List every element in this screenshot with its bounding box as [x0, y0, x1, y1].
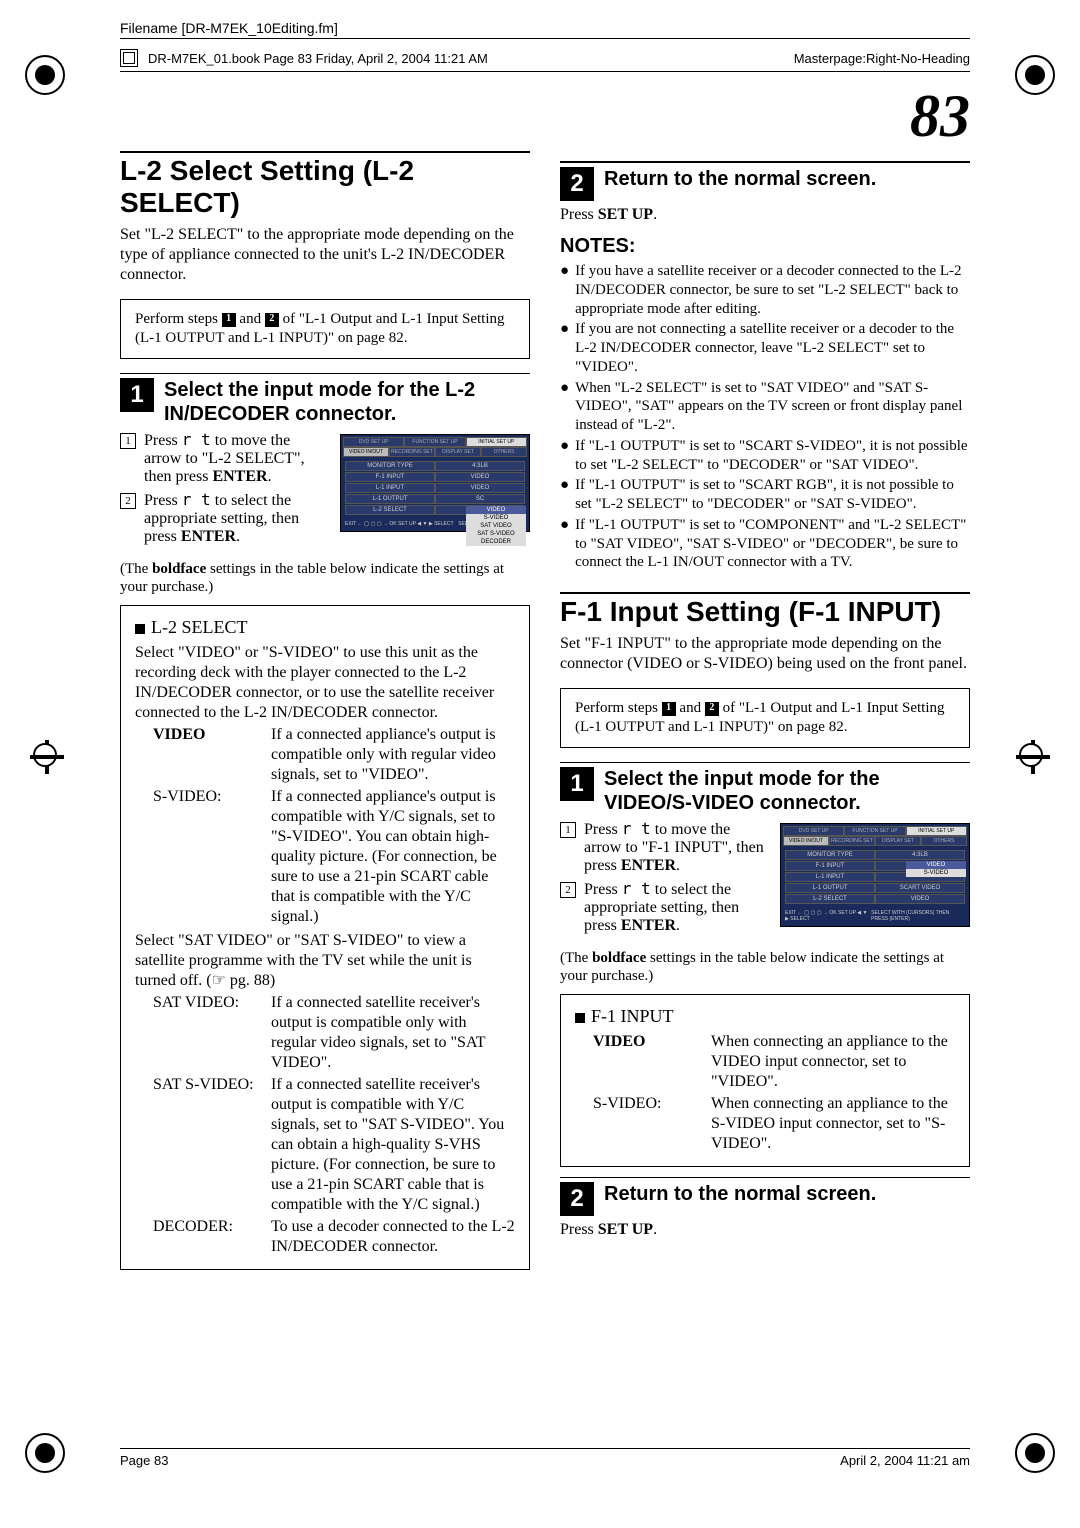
- l2-intro: Set "L-2 SELECT" to the appropriate mode…: [120, 225, 530, 285]
- filename-label: Filename [DR-M7EK_10Editing.fm]: [120, 20, 338, 36]
- substep-1-text: Press r t to move the arrow to "L-2 SELE…: [144, 430, 330, 486]
- book-line: DR-M7EK_01.book Page 83 Friday, April 2,…: [148, 51, 488, 66]
- book-icon: [120, 49, 138, 67]
- page-number: 83: [120, 82, 970, 151]
- step-2b-title: Return to the normal screen.: [604, 1182, 970, 1206]
- boldface-note: (The boldface settings in the table belo…: [120, 560, 530, 598]
- section-title-l2-select: L-2 Select Setting (L-2 SELECT): [120, 151, 530, 219]
- l2-select-table: L-2 SELECT Select "VIDEO" or "S-VIDEO" t…: [120, 605, 530, 1270]
- section-title-f1-input: F-1 Input Setting (F-1 INPUT): [560, 592, 970, 628]
- step-1b-badge: 1: [560, 767, 594, 801]
- step-1-title: Select the input mode for the L-2 IN/DEC…: [164, 378, 530, 426]
- substep-2b-badge: 2: [560, 882, 576, 898]
- crosshair-icon: [1016, 740, 1050, 774]
- notes-heading: NOTES:: [560, 235, 970, 258]
- substep-2-text: Press r t to select the appropriate sett…: [144, 490, 330, 546]
- step-2-body: Press SET UP.: [560, 205, 970, 225]
- footer-page: Page 83: [120, 1453, 168, 1468]
- substep-1b-badge: 1: [560, 822, 576, 838]
- notes-list: ●If you have a satellite receiver or a d…: [560, 262, 970, 572]
- osd-screenshot-f1: DVD SET UP FUNCTION SET UP INITIAL SET U…: [780, 823, 970, 927]
- substep-1b-text: Press r t to move the arrow to "F-1 INPU…: [584, 819, 770, 875]
- registration-mark-icon: [1015, 55, 1055, 95]
- prestep-box-l2: Perform steps 1 and 2 of "L-1 Output and…: [120, 299, 530, 359]
- step-2b-badge: 2: [560, 1182, 594, 1216]
- step-2-badge: 2: [560, 167, 594, 201]
- crosshair-icon: [30, 740, 64, 774]
- step-2-title: Return to the normal screen.: [604, 167, 970, 191]
- f1-input-table: F-1 INPUT VIDEOWhen connecting an applia…: [560, 994, 970, 1167]
- substep-1-badge: 1: [120, 433, 136, 449]
- substep-2-badge: 2: [120, 493, 136, 509]
- boldface-note-2: (The boldface settings in the table belo…: [560, 949, 970, 987]
- registration-mark-icon: [25, 55, 65, 95]
- footer-date: April 2, 2004 11:21 am: [840, 1453, 970, 1468]
- substep-2b-text: Press r t to select the appropriate sett…: [584, 879, 770, 935]
- prestep-box-f1: Perform steps 1 and 2 of "L-1 Output and…: [560, 688, 970, 748]
- f1-intro: Set "F-1 INPUT" to the appropriate mode …: [560, 634, 970, 674]
- registration-mark-icon: [25, 1433, 65, 1473]
- step-1-badge: 1: [120, 378, 154, 412]
- square-bullet-icon: [135, 624, 145, 634]
- osd-screenshot-l2: DVD SET UP FUNCTION SET UP INITIAL SET U…: [340, 434, 530, 532]
- step-2b-body: Press SET UP.: [560, 1220, 970, 1240]
- square-bullet-icon: [575, 1013, 585, 1023]
- masterpage-label: Masterpage:Right-No-Heading: [794, 51, 970, 66]
- registration-mark-icon: [1015, 1433, 1055, 1473]
- step-1b-title: Select the input mode for the VIDEO/S-VI…: [604, 767, 970, 815]
